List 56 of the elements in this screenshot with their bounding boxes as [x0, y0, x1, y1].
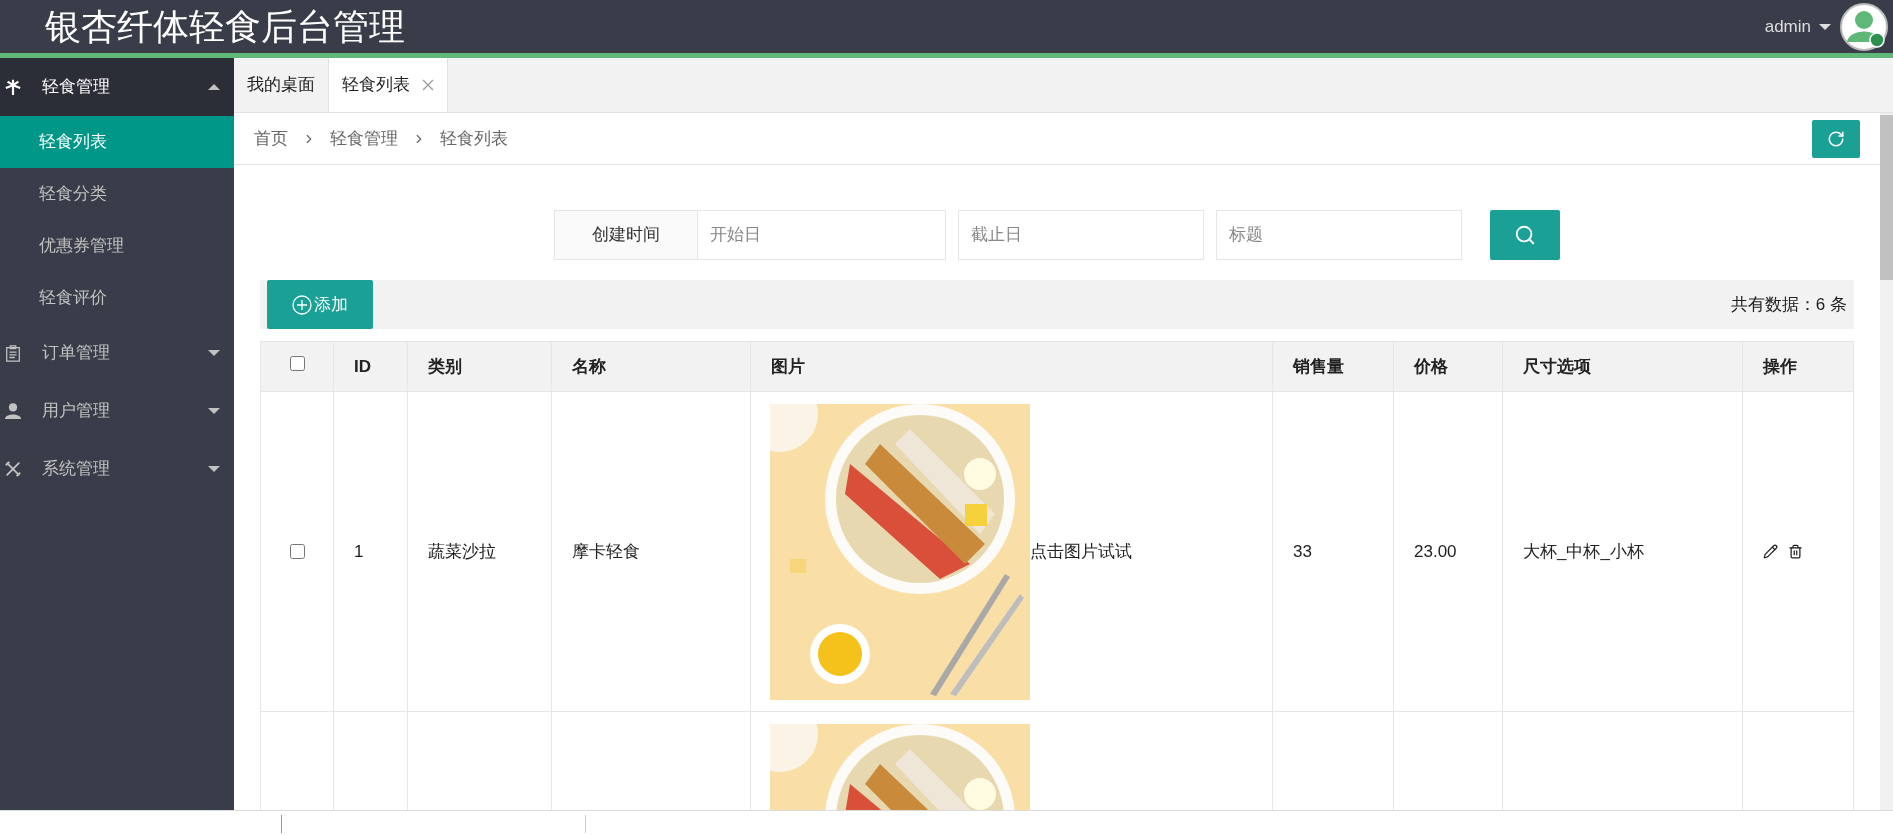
- delete-icon[interactable]: [1788, 544, 1803, 559]
- column-header: 操作: [1763, 355, 1797, 378]
- column-header: 尺寸选项: [1523, 355, 1591, 378]
- scrollbar-thumb[interactable]: [1880, 115, 1893, 280]
- filter-field[interactable]: 标题: [1216, 210, 1462, 260]
- filter-label: 创建时间: [554, 210, 698, 260]
- table-cell-text: 23.00: [1414, 540, 1457, 563]
- sidebar-item[interactable]: 轻食分类: [0, 168, 234, 220]
- select-all-checkbox[interactable]: [289, 356, 305, 371]
- column-header: 销售量: [1293, 355, 1344, 378]
- caret-icon: [208, 84, 220, 90]
- total-count: 共有数据：6 条: [1730, 293, 1847, 316]
- edit-icon[interactable]: [1763, 544, 1778, 559]
- sidebar-group[interactable]: 系统管理: [0, 440, 234, 498]
- breadcrumb-link[interactable]: 轻食列表: [440, 125, 508, 152]
- breadcrumb-link[interactable]: 轻食管理: [330, 125, 398, 152]
- caret-icon: [208, 350, 220, 356]
- row-checkbox[interactable]: [289, 544, 305, 559]
- user-menu[interactable]: admin: [1764, 13, 1831, 40]
- column-header: 名称: [572, 355, 606, 378]
- app-title: 银杏纤体轻食后台管理: [45, 8, 405, 45]
- breadcrumb-link[interactable]: 首页: [254, 125, 288, 152]
- clipboard-icon: [4, 344, 22, 362]
- tools-icon: [4, 460, 22, 478]
- column-header: 价格: [1414, 355, 1448, 378]
- caret-icon: [208, 408, 220, 414]
- refresh-button[interactable]: [1812, 119, 1860, 158]
- picture-hint: 点击图片试试: [1030, 540, 1132, 563]
- column-header: ID: [354, 355, 371, 378]
- sidebar-group[interactable]: 用户管理: [0, 382, 234, 440]
- column-header: 图片: [771, 355, 805, 378]
- sidebar-group[interactable]: 订单管理: [0, 324, 234, 382]
- tab[interactable]: 轻食列表: [329, 58, 448, 112]
- column-header: 类别: [428, 355, 462, 378]
- close-icon[interactable]: [422, 79, 434, 91]
- search-icon: [1514, 224, 1536, 246]
- sidebar-item[interactable]: 优惠券管理: [0, 220, 234, 272]
- table-cell-text: 33: [1293, 540, 1312, 563]
- user-icon: [4, 402, 22, 420]
- palm-tree-icon: [4, 78, 22, 96]
- sidebar-group[interactable]: 轻食管理: [0, 58, 234, 116]
- table-cell-text: 摩卡轻食: [572, 540, 640, 563]
- caret-icon: [208, 466, 220, 472]
- sidebar-item[interactable]: 轻食评价: [0, 272, 234, 324]
- search-button[interactable]: [1490, 210, 1560, 260]
- sidebar-item[interactable]: 轻食列表: [0, 116, 234, 168]
- plus-icon: [292, 294, 312, 315]
- avatar-icon[interactable]: [1839, 1, 1889, 52]
- refresh-icon: [1827, 129, 1845, 148]
- filter-field[interactable]: 截止日: [958, 210, 1204, 260]
- table-cell-text: 蔬菜沙拉: [428, 540, 496, 563]
- table-cell-text: 大杯_中杯_小杯: [1523, 540, 1644, 563]
- add-button[interactable]: 添加: [267, 280, 373, 329]
- date-field[interactable]: 开始日: [698, 210, 946, 260]
- table-cell-text: 1: [354, 540, 364, 563]
- caret-icon: [1819, 23, 1831, 30]
